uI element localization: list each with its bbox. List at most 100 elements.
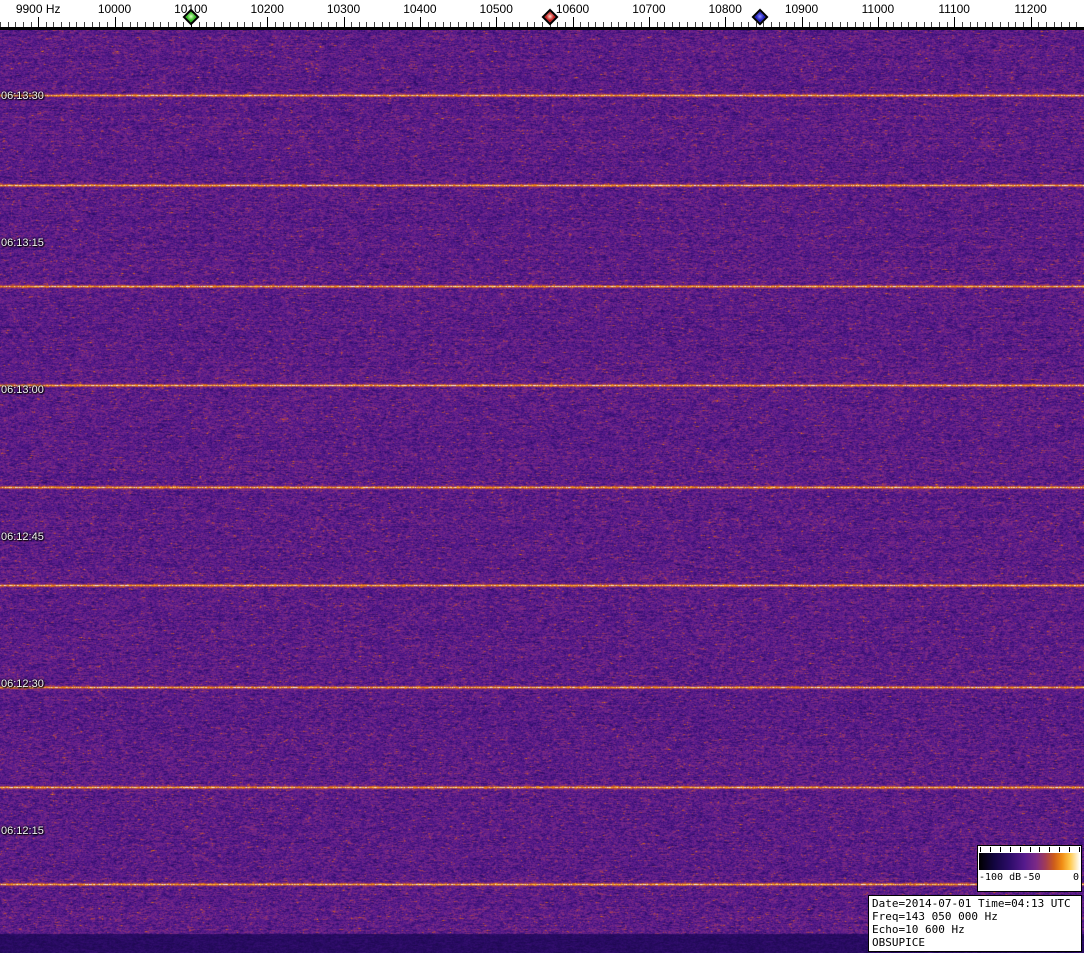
ruler-major-tick	[496, 17, 497, 27]
ruler-frequency-label: 10500	[480, 2, 513, 16]
legend-tick	[1039, 847, 1040, 852]
ruler-minor-tick	[275, 22, 276, 27]
time-label: 06:13:00	[1, 384, 44, 397]
ruler-minor-tick	[1038, 22, 1039, 27]
ruler-minor-tick	[176, 22, 177, 27]
ruler-minor-tick	[657, 22, 658, 27]
ruler-minor-tick	[687, 22, 688, 27]
ruler-minor-tick	[84, 22, 85, 27]
legend-tick	[1049, 847, 1050, 852]
ruler-minor-tick	[939, 22, 940, 27]
ruler-minor-tick	[611, 22, 612, 27]
ruler-minor-tick	[1069, 22, 1070, 27]
ruler-minor-tick	[809, 22, 810, 27]
ruler-minor-tick	[702, 22, 703, 27]
ruler-minor-tick	[92, 22, 93, 27]
info-observatory: OBSUPICE	[872, 936, 1078, 949]
ruler-minor-tick	[76, 22, 77, 27]
ruler-minor-tick	[328, 22, 329, 27]
ruler-major-tick	[802, 17, 803, 27]
ruler-minor-tick	[641, 22, 642, 27]
ruler-minor-tick	[695, 22, 696, 27]
ruler-minor-tick	[221, 22, 222, 27]
time-label: 06:12:30	[1, 678, 44, 691]
ruler-minor-tick	[69, 22, 70, 27]
ruler-major-tick	[115, 17, 116, 27]
ruler-minor-tick	[908, 22, 909, 27]
ruler-major-tick	[38, 17, 39, 27]
ruler-minor-tick	[481, 22, 482, 27]
ruler-minor-tick	[107, 22, 108, 27]
ruler-minor-tick	[1076, 22, 1077, 27]
ruler-minor-tick	[305, 22, 306, 27]
ruler-minor-tick	[771, 22, 772, 27]
ruler-minor-tick	[901, 22, 902, 27]
ruler-minor-tick	[389, 22, 390, 27]
ruler-minor-tick	[336, 22, 337, 27]
ruler-minor-tick	[8, 22, 9, 27]
ruler-minor-tick	[1008, 22, 1009, 27]
ruler-minor-tick	[504, 22, 505, 27]
ruler-minor-tick	[870, 22, 871, 27]
ruler-minor-tick	[863, 22, 864, 27]
ruler-minor-tick	[214, 22, 215, 27]
ruler-major-tick	[649, 17, 650, 27]
ruler-minor-tick	[893, 22, 894, 27]
legend-label-max: 0	[1073, 871, 1079, 885]
ruler-minor-tick	[0, 22, 1, 27]
ruler-minor-tick	[970, 22, 971, 27]
ruler-minor-tick	[825, 22, 826, 27]
legend-label-mid: -50	[1022, 871, 1040, 885]
time-label: 06:12:45	[1, 531, 44, 544]
ruler-minor-tick	[985, 22, 986, 27]
ruler-minor-tick	[580, 22, 581, 27]
info-date-time: Date=2014-07-01 Time=04:13 UTC	[872, 897, 1078, 910]
ruler-minor-tick	[99, 22, 100, 27]
ruler-minor-tick	[519, 22, 520, 27]
legend-labels: -100 dB -50 0	[979, 870, 1080, 885]
ruler-minor-tick	[626, 22, 627, 27]
ruler-minor-tick	[733, 22, 734, 27]
ruler-minor-tick	[542, 22, 543, 27]
info-echo: Echo=10 600 Hz	[872, 923, 1078, 936]
ruler-minor-tick	[992, 22, 993, 27]
ruler-minor-tick	[832, 22, 833, 27]
ruler-minor-tick	[779, 22, 780, 27]
ruler-minor-tick	[168, 22, 169, 27]
legend-label-min: -100 dB	[979, 871, 1021, 885]
ruler-minor-tick	[450, 22, 451, 27]
ruler-minor-tick	[283, 22, 284, 27]
ruler-minor-tick	[137, 22, 138, 27]
ruler-minor-tick	[1046, 22, 1047, 27]
ruler-frequency-label: 9900 Hz	[16, 2, 61, 16]
ruler-minor-tick	[473, 22, 474, 27]
ruler-minor-tick	[1000, 22, 1001, 27]
ruler-minor-tick	[679, 22, 680, 27]
ruler-minor-tick	[321, 22, 322, 27]
ruler-major-tick	[878, 17, 879, 27]
ruler-minor-tick	[145, 22, 146, 27]
frequency-ruler: 9900 Hz100001010010200103001040010500106…	[0, 0, 1084, 30]
ruler-minor-tick	[130, 22, 131, 27]
legend-tick-row	[979, 847, 1080, 853]
marker-blue[interactable]	[751, 9, 768, 26]
ruler-minor-tick	[290, 22, 291, 27]
ruler-minor-tick	[122, 22, 123, 27]
ruler-minor-tick	[1023, 22, 1024, 27]
ruler-minor-tick	[534, 22, 535, 27]
ruler-major-tick	[344, 17, 345, 27]
legend-tick	[980, 847, 981, 852]
ruler-minor-tick	[397, 22, 398, 27]
ruler-minor-tick	[435, 22, 436, 27]
ruler-minor-tick	[313, 22, 314, 27]
ruler-minor-tick	[15, 22, 16, 27]
legend-tick	[990, 847, 991, 852]
ruler-frequency-label: 10800	[709, 2, 742, 16]
ruler-minor-tick	[153, 22, 154, 27]
ruler-minor-tick	[443, 22, 444, 27]
ruler-minor-tick	[298, 22, 299, 27]
legend-gradient-bar	[979, 853, 1080, 870]
ruler-major-tick	[420, 17, 421, 27]
ruler-minor-tick	[595, 22, 596, 27]
ruler-minor-tick	[1061, 22, 1062, 27]
